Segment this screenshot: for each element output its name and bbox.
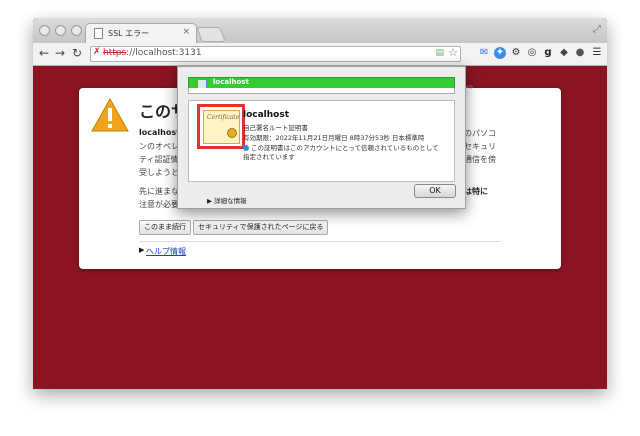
back-icon[interactable]: ← <box>39 46 49 60</box>
cert-image-highlight: Certificate <box>197 104 245 149</box>
compass-extension-icon[interactable]: ✦ <box>494 47 506 59</box>
body-lead-1: localhost <box>139 128 180 137</box>
page-action-icon[interactable]: ▤ <box>435 48 444 58</box>
back-to-safety-button[interactable]: セキュリティで保護されたページに戻る <box>193 220 329 235</box>
bookmark-star-icon[interactable]: ☆ <box>448 46 458 59</box>
body-lead-3: ティ認証情 <box>139 155 179 164</box>
proceed-button[interactable]: このまま続行 <box>139 220 191 235</box>
circle-extension-icon[interactable]: ◎ <box>526 47 538 59</box>
warning-icon <box>91 98 129 132</box>
seal-icon <box>227 128 237 138</box>
cert-chain-label: localhost <box>213 78 249 86</box>
close-icon[interactable]: × <box>182 27 190 37</box>
body-lead-2: ンのオペレ <box>139 142 179 151</box>
g-extension-icon[interactable]: g <box>542 47 554 59</box>
broken-lock-icon[interactable]: ✗ <box>93 47 101 57</box>
page-icon <box>94 28 103 39</box>
cert-image-text: Certificate <box>207 114 240 121</box>
shield-extension-icon[interactable]: ◆ <box>558 47 570 59</box>
tab-strip: SSL エラー × ⤢ <box>33 18 607 44</box>
forward-icon[interactable]: → <box>55 46 65 60</box>
cert-detail-panel: Certificate localhost 自己署名ルート証明書 有効期限：20… <box>188 100 455 205</box>
reload-icon[interactable]: ↻ <box>72 46 82 60</box>
menu-icon[interactable]: ☰ <box>591 47 603 59</box>
toolbar: ← → ↻ ✗ https://localhost:3131 ▤ ☆ ✉ ✦ ⚙… <box>33 43 607 66</box>
fullscreen-icon[interactable]: ⤢ <box>593 24 601 35</box>
certificate-dialog: localhost Certificate localhost 自己署名ルート証… <box>177 66 466 209</box>
details-toggle[interactable]: ▶ 詳細な情報 <box>207 195 247 205</box>
tab-ssl-error[interactable]: SSL エラー × <box>85 23 197 44</box>
settings-extension-icon[interactable]: ⚙ <box>510 47 522 59</box>
ok-button[interactable]: OK <box>414 184 456 198</box>
address-bar[interactable]: ✗ https://localhost:3131 ▤ ☆ <box>90 46 461 62</box>
body-lead-4: 受しようと <box>139 168 179 177</box>
help-link[interactable]: ヘルプ情報 <box>146 246 186 257</box>
new-tab-button[interactable] <box>196 27 226 42</box>
minimize-window-button[interactable] <box>55 25 66 36</box>
body-lead-6: 注意が必要 <box>139 200 179 209</box>
url-scheme: https <box>103 48 127 58</box>
disclosure-triangle-icon: ▶ <box>139 246 145 254</box>
close-window-button[interactable] <box>39 25 50 36</box>
cert-name: localhost <box>243 110 290 120</box>
user-extension-icon[interactable]: ● <box>574 47 586 59</box>
divider <box>139 241 501 242</box>
zoom-window-button[interactable] <box>71 25 82 36</box>
url-host: ://localhost:3131 <box>126 48 202 58</box>
window-controls <box>39 25 82 36</box>
url-text: https://localhost:3131 <box>103 48 202 58</box>
cert-chain-list <box>188 88 455 94</box>
details-label: 詳細な情報 <box>214 197 247 205</box>
mail-extension-icon[interactable]: ✉ <box>478 47 490 59</box>
cert-trust-text-2: 指定されています <box>243 153 295 161</box>
body-lead-5: 先に進まな <box>139 187 179 196</box>
certificate-image-icon: Certificate <box>203 110 240 144</box>
cert-type: 自己署名ルート証明書 <box>243 124 308 132</box>
tab-title: SSL エラー <box>108 29 150 38</box>
cert-expiry: 有効期限：2022年11月21日月曜日 8時37分53秒 日本標準時 <box>243 134 425 142</box>
